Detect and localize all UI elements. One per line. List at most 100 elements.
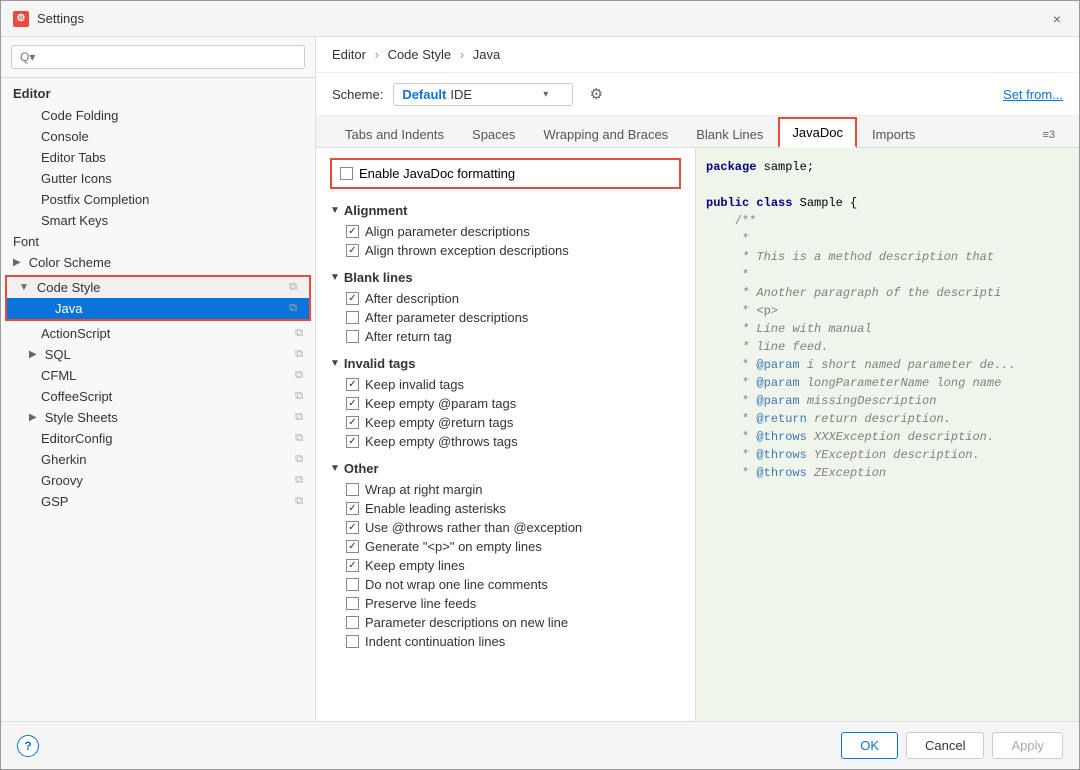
section-blank-lines[interactable]: ▼ Blank lines: [330, 266, 681, 289]
sidebar-item-font[interactable]: Font: [1, 231, 315, 252]
tab-wrapping-and-braces[interactable]: Wrapping and Braces: [530, 120, 681, 148]
code-style-copy-icon: ⧉: [289, 281, 297, 294]
tab-javadoc[interactable]: JavaDoc: [778, 117, 857, 148]
sidebar-item-postfix-completion[interactable]: Postfix Completion: [1, 189, 315, 210]
check-keep-empty-return: Keep empty @return tags: [346, 413, 681, 432]
after-desc-checkbox[interactable]: [346, 292, 359, 305]
section-other[interactable]: ▼ Other: [330, 457, 681, 480]
scheme-selector[interactable]: Default IDE ▾: [393, 83, 573, 106]
param-new-line-checkbox[interactable]: [346, 616, 359, 629]
sidebar-group-style-sheets[interactable]: ▶ Style Sheets ⧉: [1, 407, 315, 428]
code-line-blank1: [706, 176, 1069, 194]
sidebar-group-code-style[interactable]: ▼ Code Style ⧉: [7, 277, 309, 298]
sidebar-group-color-scheme[interactable]: ▶ Color Scheme: [1, 252, 315, 273]
title-bar: ⚙ Settings ×: [1, 1, 1079, 37]
comment-14: *: [706, 448, 756, 462]
keep-empty-throws-checkbox[interactable]: [346, 435, 359, 448]
preview-panel: package sample; public class Sample { /*…: [696, 148, 1079, 721]
code-line-18: * @throws ZException: [706, 464, 1069, 482]
throws-exception-checkbox[interactable]: [346, 521, 359, 534]
sidebar-item-actionscript[interactable]: ActionScript ⧉: [1, 323, 315, 344]
breadcrumb-java: Java: [473, 47, 500, 62]
sidebar-group-sql[interactable]: ▶ SQL ⧉: [1, 344, 315, 365]
ok-button[interactable]: OK: [841, 732, 898, 759]
check-after-param: After parameter descriptions: [346, 308, 681, 327]
param-new-line-label: Parameter descriptions on new line: [365, 615, 568, 630]
param-text-1: i short named parameter de...: [800, 358, 1016, 372]
keep-empty-return-checkbox[interactable]: [346, 416, 359, 429]
code-line-9: * <p>: [706, 302, 1069, 320]
sidebar-item-editorconfig[interactable]: EditorConfig ⧉: [1, 428, 315, 449]
alignment-arrow-icon: ▼: [330, 205, 340, 216]
tab-blank-lines[interactable]: Blank Lines: [683, 120, 776, 148]
cancel-button[interactable]: Cancel: [906, 732, 984, 759]
comment-12: *: [706, 412, 756, 426]
keep-invalid-checkbox[interactable]: [346, 378, 359, 391]
sidebar-item-editor-tabs[interactable]: Editor Tabs: [1, 147, 315, 168]
after-return-checkbox[interactable]: [346, 330, 359, 343]
close-button[interactable]: ×: [1047, 9, 1067, 29]
other-arrow-icon: ▼: [330, 463, 340, 474]
keep-empty-param-checkbox[interactable]: [346, 397, 359, 410]
sidebar-item-smart-keys[interactable]: Smart Keys: [1, 210, 315, 231]
sidebar-item-coffeescript[interactable]: CoffeeScript ⧉: [1, 386, 315, 407]
after-param-checkbox[interactable]: [346, 311, 359, 324]
enable-javadoc-checkbox[interactable]: [340, 167, 353, 180]
sidebar-item-groovy[interactable]: Groovy ⧉: [1, 470, 315, 491]
invalid-tags-label: Invalid tags: [344, 356, 416, 371]
sidebar-item-java[interactable]: Java ⧉: [7, 298, 309, 319]
app-icon: ⚙: [13, 11, 29, 27]
indent-continuation-checkbox[interactable]: [346, 635, 359, 648]
check-after-desc: After description: [346, 289, 681, 308]
sidebar-item-gherkin[interactable]: Gherkin ⧉: [1, 449, 315, 470]
wrap-right-checkbox[interactable]: [346, 483, 359, 496]
scheme-label: Scheme:: [332, 87, 383, 102]
scheme-value-normal: IDE: [450, 87, 472, 102]
code-line-4: /**: [706, 212, 1069, 230]
align-param-checkbox[interactable]: [346, 225, 359, 238]
settings-window: ⚙ Settings × Editor Code Folding Console…: [0, 0, 1080, 770]
code-line-11: * line feed.: [706, 338, 1069, 356]
no-wrap-one-line-checkbox[interactable]: [346, 578, 359, 591]
code-line-17: * @throws YException description.: [706, 446, 1069, 464]
gear-button[interactable]: ⚙: [583, 81, 609, 107]
keyword-package: package: [706, 160, 756, 174]
keep-empty-lines-checkbox[interactable]: [346, 559, 359, 572]
keep-invalid-label: Keep invalid tags: [365, 377, 464, 392]
preserve-line-feeds-checkbox[interactable]: [346, 597, 359, 610]
keep-empty-param-label: Keep empty @param tags: [365, 396, 516, 411]
set-from-link[interactable]: Set from...: [1003, 87, 1063, 102]
tag-throws-2: @throws: [756, 448, 806, 462]
keep-empty-lines-label: Keep empty lines: [365, 558, 465, 573]
apply-button[interactable]: Apply: [992, 732, 1063, 759]
sidebar-item-cfml[interactable]: CFML ⧉: [1, 365, 315, 386]
groovy-copy-icon: ⧉: [295, 474, 303, 487]
align-thrown-checkbox[interactable]: [346, 244, 359, 257]
tab-tabs-and-indents[interactable]: Tabs and Indents: [332, 120, 457, 148]
sidebar-item-gutter-icons[interactable]: Gutter Icons: [1, 168, 315, 189]
keep-empty-return-label: Keep empty @return tags: [365, 415, 513, 430]
after-param-label: After parameter descriptions: [365, 310, 528, 325]
section-alignment[interactable]: ▼ Alignment: [330, 199, 681, 222]
tab-imports[interactable]: Imports: [859, 120, 928, 148]
comment-6: * <p>: [706, 304, 778, 318]
invalid-tags-arrow-icon: ▼: [330, 358, 340, 369]
generate-p-checkbox[interactable]: [346, 540, 359, 553]
panel-body: Enable JavaDoc formatting ▼ Alignment Al…: [316, 148, 1079, 721]
tab-more-button[interactable]: ≡3: [1034, 123, 1063, 147]
sidebar-item-console[interactable]: Console: [1, 126, 315, 147]
tab-spaces[interactable]: Spaces: [459, 120, 528, 148]
sidebar-item-code-folding[interactable]: Code Folding: [1, 105, 315, 126]
indent-continuation-label: Indent continuation lines: [365, 634, 505, 649]
sidebar-section-editor: Editor: [1, 82, 315, 105]
java-copy-icon: ⧉: [289, 302, 297, 315]
after-return-label: After return tag: [365, 329, 452, 344]
throws-text-3: ZException: [807, 466, 886, 480]
code-line-6: * This is a method description that: [706, 248, 1069, 266]
check-param-new-line: Parameter descriptions on new line: [346, 613, 681, 632]
section-invalid-tags[interactable]: ▼ Invalid tags: [330, 352, 681, 375]
sidebar-item-gsp[interactable]: GSP ⧉: [1, 491, 315, 512]
search-input[interactable]: [11, 45, 305, 69]
help-button[interactable]: ?: [17, 735, 39, 757]
leading-asterisks-checkbox[interactable]: [346, 502, 359, 515]
